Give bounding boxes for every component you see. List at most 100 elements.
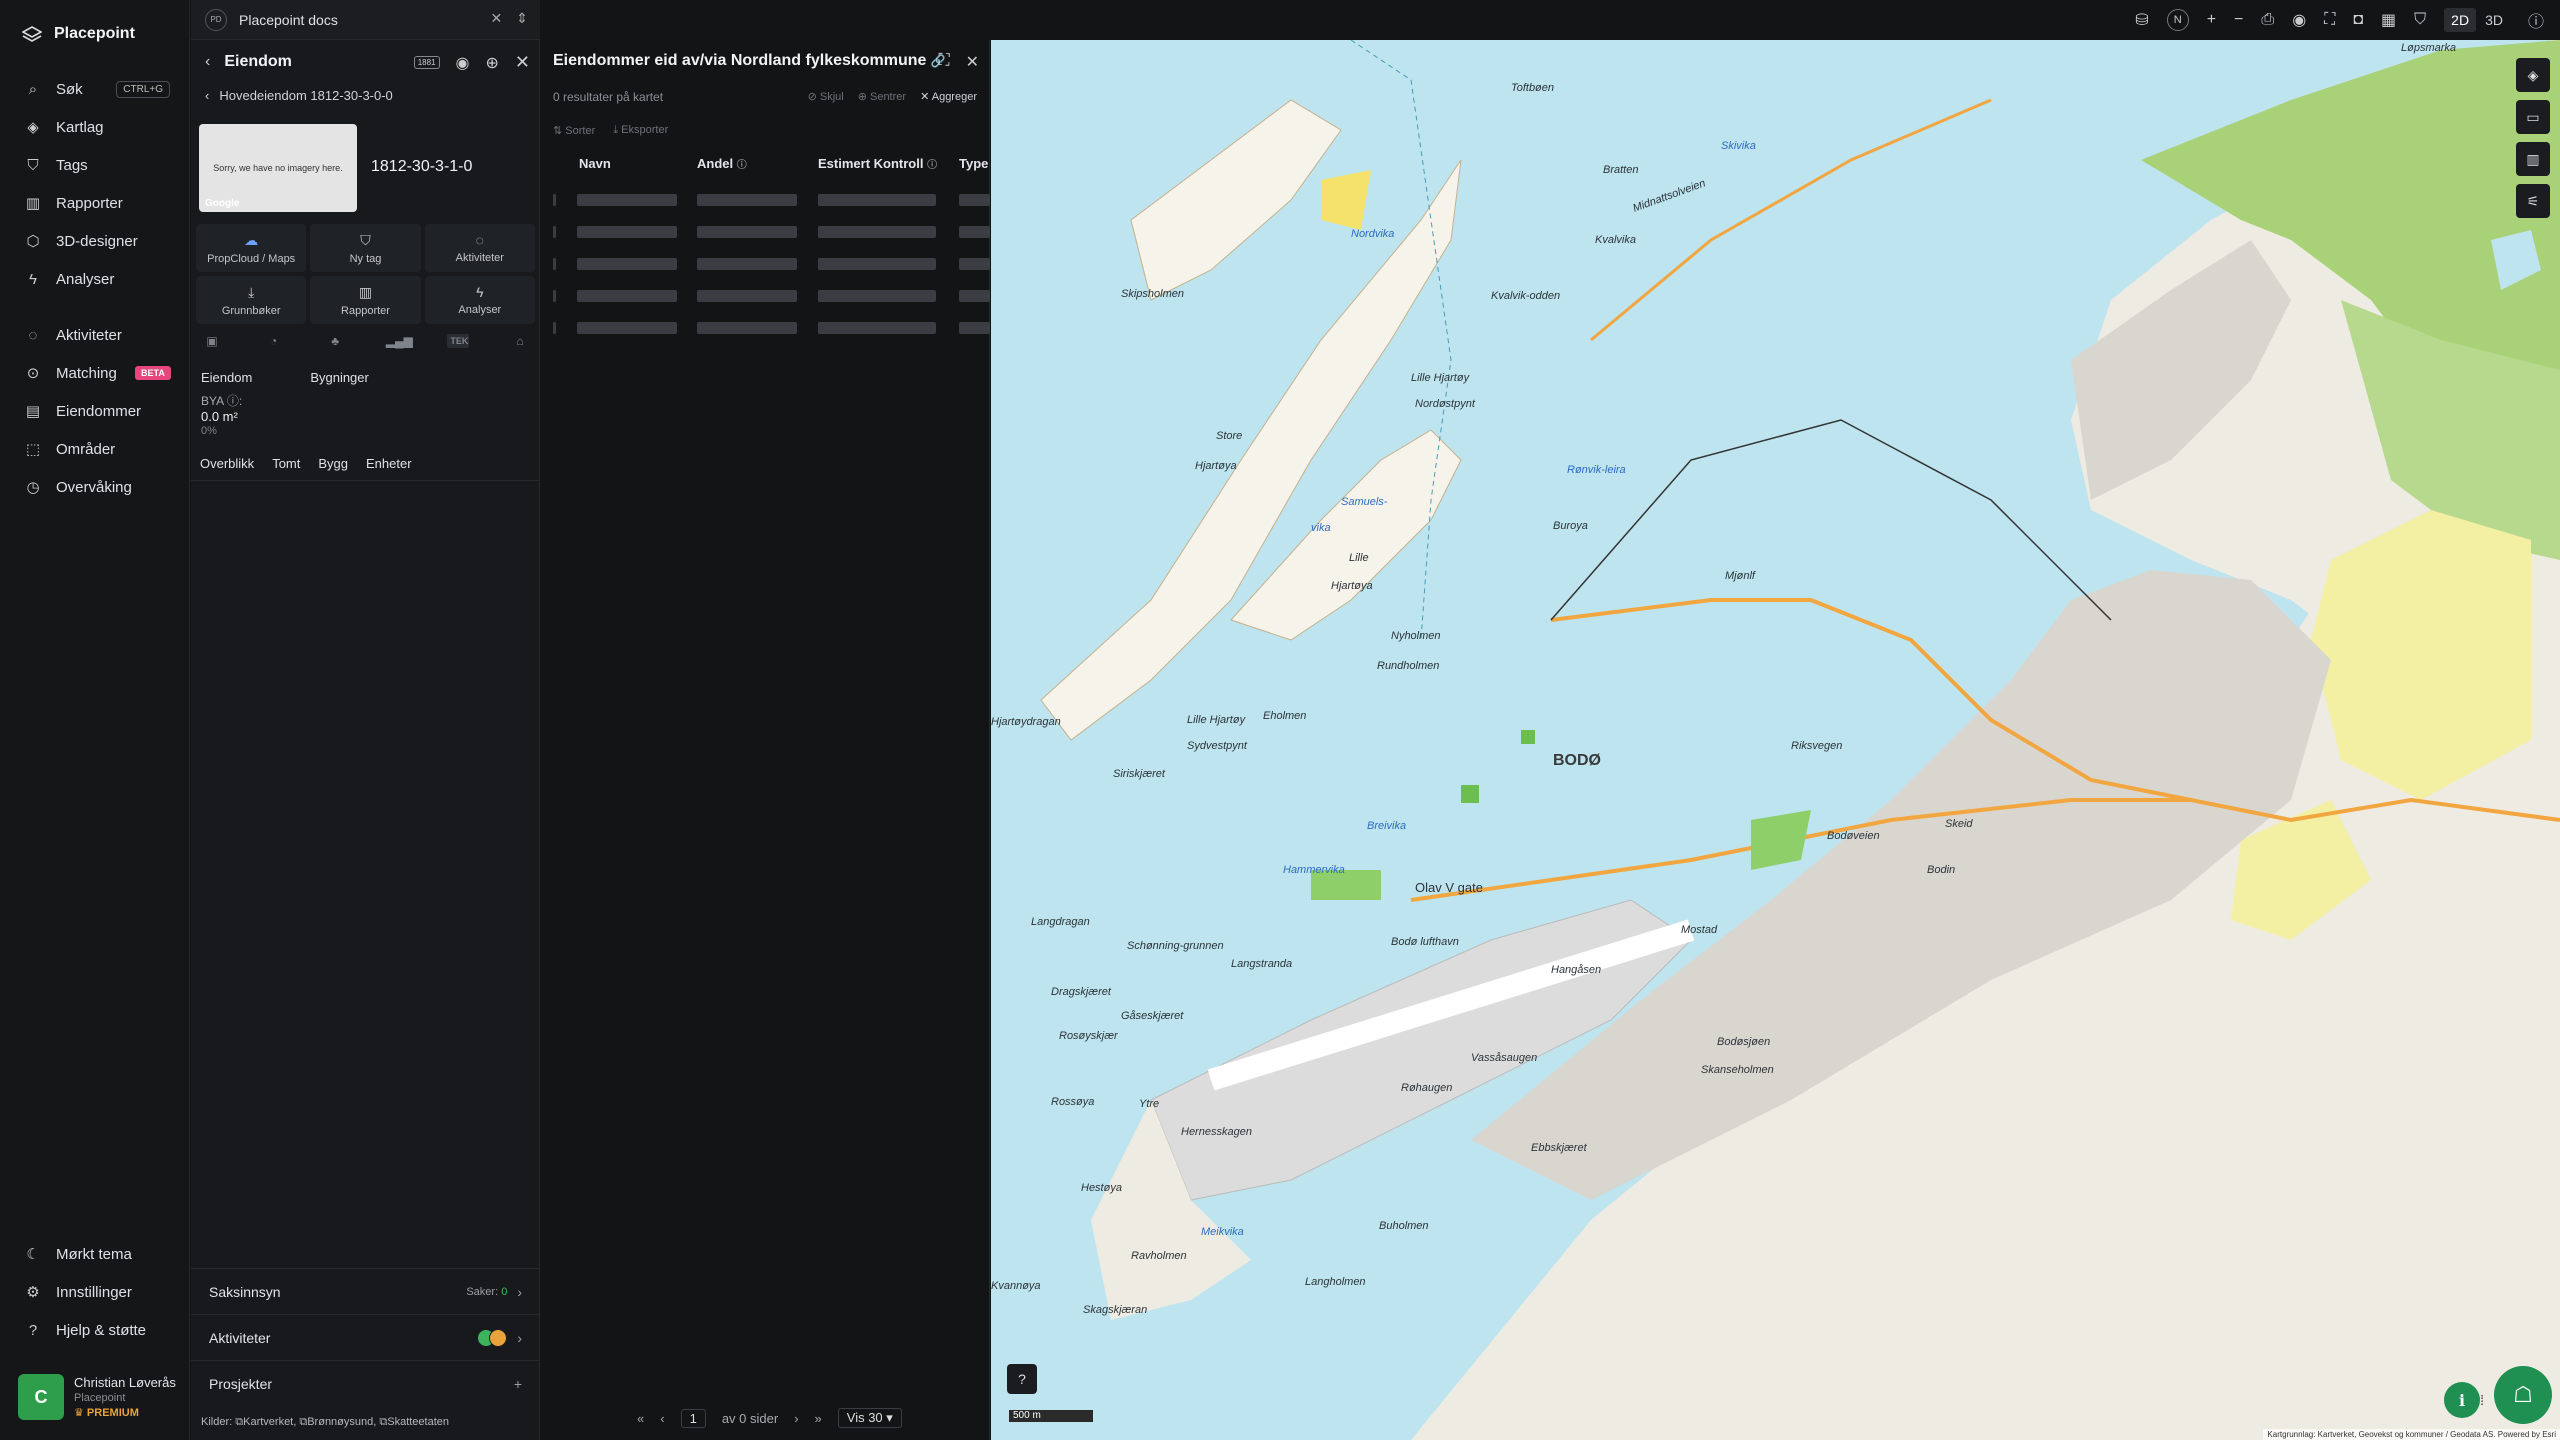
bars-icon[interactable]: ▂▄▆ bbox=[386, 334, 413, 348]
print-icon[interactable]: ⎙ bbox=[2261, 11, 2274, 29]
mode-2d-button[interactable]: 2D bbox=[2444, 8, 2477, 32]
sidebar-item-dark-theme[interactable]: ☾ Mørkt tema bbox=[0, 1235, 190, 1273]
saksinnsyn-section[interactable]: Saksinnsyn Saker: 0 › bbox=[191, 1268, 540, 1314]
property-thumbnail[interactable]: Sorry, we have no imagery here. Google bbox=[199, 124, 357, 212]
bookmark-icon[interactable]: ⛉ bbox=[2414, 11, 2426, 29]
reports-button[interactable]: ▥ Rapporter bbox=[310, 276, 421, 324]
mode-3d-button[interactable]: 3D bbox=[2478, 8, 2510, 32]
tab-icons: ✕ ⇕ bbox=[491, 10, 528, 27]
next-page-icon[interactable]: › bbox=[794, 1411, 798, 1426]
grid-icon[interactable]: ▦ bbox=[2381, 10, 2396, 30]
eye-icon[interactable]: ◉ bbox=[456, 53, 470, 73]
pie-icon[interactable]: ◔ bbox=[263, 334, 285, 348]
breadcrumb[interactable]: ‹ Hovedeiendom 1812-30-3-0-0 bbox=[205, 88, 393, 103]
hide-button[interactable]: ⊘ Skjul bbox=[808, 90, 844, 103]
result-count: 0 resultater på kartet bbox=[553, 90, 664, 104]
page-input[interactable]: 1 bbox=[680, 1408, 706, 1428]
city-label: BODØ bbox=[1553, 752, 1601, 769]
eye-icon[interactable]: ◉ bbox=[2292, 10, 2306, 30]
camera-icon[interactable]: ◘ bbox=[2353, 11, 2363, 29]
zoom-out-icon[interactable]: − bbox=[2234, 11, 2243, 29]
sidebar-item-matching[interactable]: ⊙ Matching BETA bbox=[0, 354, 190, 392]
sidebar-bottom: ☾ Mørkt tema ⚙ Innstillinger ? Hjelp & støt… bbox=[0, 1235, 190, 1349]
sidebar-item-settings[interactable]: ⚙ Innstillinger bbox=[0, 1273, 190, 1311]
map-measure-button[interactable]: ▭ bbox=[2516, 100, 2550, 134]
analyses-button[interactable]: ϟ Analyser bbox=[424, 276, 535, 324]
sidebar-item-help[interactable]: ? Hjelp & støtte bbox=[0, 1311, 190, 1349]
tab-overblikk[interactable]: Overblikk bbox=[200, 456, 254, 471]
tab-bygg[interactable]: Bygg bbox=[318, 456, 348, 471]
map-canvas[interactable]: Toftbøen Løpsmarka Skipsholmen Nordvika … bbox=[991, 40, 2560, 1440]
source-link[interactable]: ⧉Brønnøysund, bbox=[299, 1416, 376, 1428]
compass-button[interactable]: N bbox=[2166, 9, 2189, 31]
workspace-tab[interactable]: PD Placepoint docs ✕ ⇕ bbox=[191, 0, 540, 40]
source-link[interactable]: ⧉Kartverket, bbox=[235, 1416, 296, 1428]
plant-icon[interactable]: ♣ bbox=[324, 334, 346, 348]
chat-button[interactable]: ☖ bbox=[2494, 1366, 2552, 1424]
user-card[interactable]: C Christian Løverås Placepoint ♛ PREMIUM bbox=[18, 1372, 183, 1422]
column-header-andel[interactable]: Andel ⓘ bbox=[697, 156, 747, 171]
map-label: Lille bbox=[1349, 552, 1369, 564]
layers-stack-icon[interactable]: ⛁ bbox=[2135, 10, 2148, 30]
tag-1881-button[interactable]: 1881 bbox=[413, 56, 440, 69]
back-icon[interactable]: ‹ bbox=[205, 53, 210, 71]
close-icon[interactable]: ✕ bbox=[966, 52, 979, 72]
sidebar-item-eiendommer[interactable]: ▤ Eiendommer bbox=[0, 392, 190, 430]
map-label: Hestøya bbox=[1081, 1182, 1122, 1194]
sidebar-item-overvaking[interactable]: ◷ Overvåking bbox=[0, 468, 190, 506]
propcloud-button[interactable]: ☁ PropCloud / Maps bbox=[196, 224, 307, 272]
aggregate-button[interactable]: ✕ Aggreger bbox=[920, 90, 977, 103]
export-button[interactable]: ⤓ Eksporter bbox=[613, 124, 668, 137]
tek-icon[interactable]: TEK bbox=[447, 334, 470, 348]
prev-page-icon[interactable]: ‹ bbox=[660, 1411, 664, 1426]
last-page-icon[interactable]: » bbox=[815, 1411, 822, 1426]
map-layers-button[interactable]: ◈ bbox=[2516, 58, 2550, 92]
section-label: Aktiviteter bbox=[209, 1329, 271, 1346]
sidebar-item-aktiviteter[interactable]: ◌ Aktiviteter bbox=[0, 316, 190, 354]
aktiviteter-section[interactable]: Aktiviteter › bbox=[191, 1314, 540, 1360]
sidebar-item-omrader[interactable]: ⬚ Områder bbox=[0, 430, 190, 468]
document-icon[interactable]: ▣ bbox=[201, 334, 223, 348]
new-tag-button[interactable]: ⛉ Ny tag bbox=[310, 224, 421, 272]
bya-value: 0.0 m² bbox=[201, 409, 238, 424]
chevron-updown-icon[interactable]: ⇕ bbox=[516, 10, 528, 27]
fullscreen-icon[interactable]: ⛶ bbox=[2324, 11, 2335, 29]
column-header-kontroll[interactable]: Estimert Kontroll ⓘ bbox=[818, 156, 937, 171]
page-total: av 0 sider bbox=[721, 1410, 779, 1426]
source-link[interactable]: ⧉Skatteetaten bbox=[379, 1416, 449, 1428]
map-filter-button[interactable]: ⚟ bbox=[2516, 184, 2550, 218]
sort-button[interactable]: ⇅ Sorter bbox=[553, 124, 595, 137]
page-size-select[interactable]: Vis 30 ▾ bbox=[837, 1408, 902, 1428]
brand[interactable]: Placepoint bbox=[22, 20, 135, 48]
center-button[interactable]: ⊕ Sentrer bbox=[858, 90, 906, 103]
tab-tomt[interactable]: Tomt bbox=[272, 456, 300, 471]
plus-icon[interactable]: + bbox=[514, 1376, 522, 1392]
expand-icon[interactable]: ⛶ bbox=[938, 52, 949, 72]
first-page-icon[interactable]: « bbox=[637, 1411, 644, 1426]
sidebar-item-3d-designer[interactable]: ⬡ 3D-designer bbox=[0, 222, 190, 260]
sidebar-item-analyser[interactable]: ϟ Analyser bbox=[0, 260, 190, 298]
grunnboker-button[interactable]: ⤓ Grunnbøker bbox=[196, 276, 307, 324]
info-button[interactable]: i bbox=[2444, 1382, 2480, 1418]
prosjekter-section[interactable]: Prosjekter + bbox=[191, 1360, 540, 1406]
column-header-navn[interactable]: Navn bbox=[579, 156, 611, 171]
bolt-icon: ϟ bbox=[476, 284, 484, 300]
close-icon[interactable]: ✕ bbox=[491, 10, 503, 27]
monitor-icon: ◷ bbox=[26, 479, 40, 496]
sidebar-item-rapporter[interactable]: ▥ Rapporter bbox=[0, 184, 190, 222]
info-icon: ⓘ bbox=[736, 159, 747, 171]
column-header-label: Andel bbox=[697, 155, 734, 171]
map-chart-button[interactable]: ▥ bbox=[2516, 142, 2550, 176]
target-icon[interactable]: ⊕ bbox=[486, 53, 499, 73]
close-icon[interactable]: ✕ bbox=[515, 52, 530, 73]
help-button[interactable]: ? bbox=[1007, 1364, 1037, 1394]
sidebar-item-tags[interactable]: ⛉ Tags bbox=[0, 146, 190, 184]
house-icon[interactable]: ⌂ bbox=[509, 334, 531, 348]
sidebar-item-search[interactable]: ⌕ Søk CTRL+G bbox=[0, 70, 190, 108]
tab-enheter[interactable]: Enheter bbox=[366, 456, 412, 471]
sidebar-item-kartlag[interactable]: ◈ Kartlag bbox=[0, 108, 190, 146]
info-icon[interactable]: ⓘ bbox=[2528, 8, 2544, 32]
activities-button[interactable]: ◌ Aktiviteter bbox=[424, 224, 535, 272]
column-header-type[interactable]: Type bbox=[959, 156, 988, 171]
zoom-in-icon[interactable]: + bbox=[2207, 11, 2216, 29]
